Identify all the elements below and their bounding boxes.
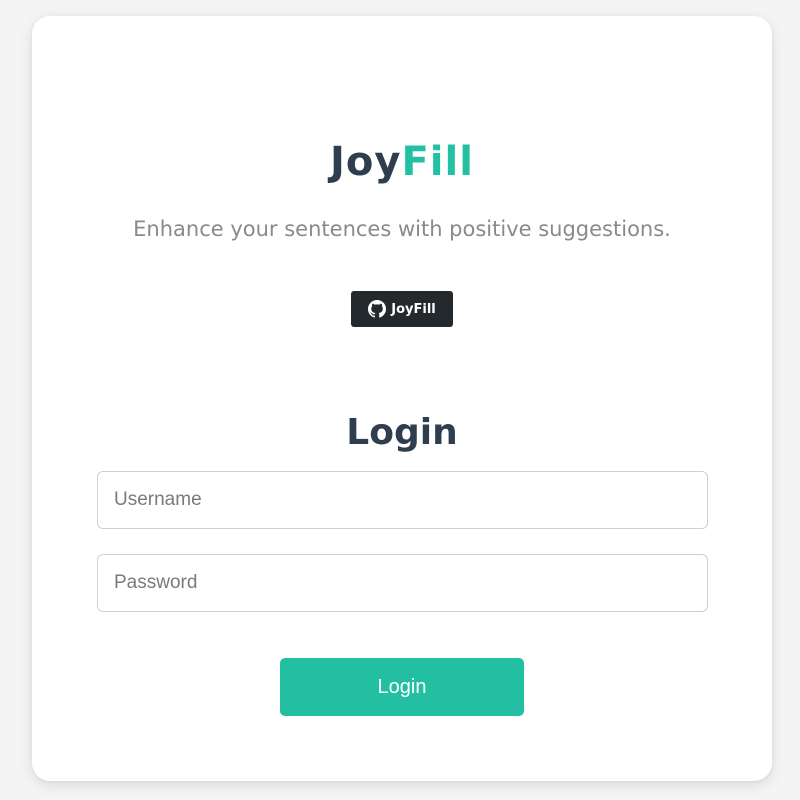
github-badge-link[interactable]: JoyFill: [351, 291, 453, 327]
password-input[interactable]: [97, 554, 708, 612]
login-card: JoyFill Enhance your sentences with posi…: [32, 16, 772, 781]
login-title: Login: [346, 412, 458, 453]
github-icon: [368, 300, 387, 318]
tagline: Enhance your sentences with positive sug…: [133, 217, 671, 241]
brand-logo-part-fill: Fill: [401, 139, 474, 185]
brand-logo: JoyFill: [32, 138, 772, 186]
github-badge-label: JoyFill: [391, 301, 436, 317]
login-button[interactable]: Login: [280, 658, 524, 716]
brand-logo-part-joy: Joy: [330, 139, 402, 185]
username-input[interactable]: [97, 471, 708, 529]
